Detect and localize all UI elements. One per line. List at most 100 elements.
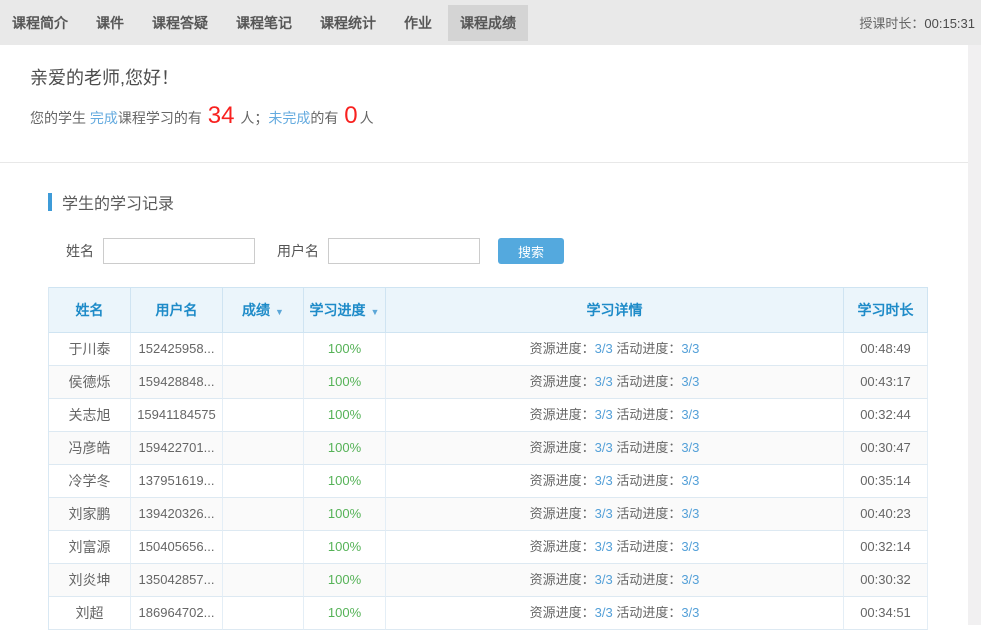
resource-progress-label: 资源进度： <box>530 407 595 422</box>
cell-progress: 100% <box>304 432 386 465</box>
cell-username: 137951619... <box>131 465 223 498</box>
cell-grade <box>223 432 304 465</box>
uncompleted-text: 的有 <box>310 110 342 126</box>
name-input[interactable] <box>103 238 255 264</box>
table-row: 刘炎坤 135042857... 100% 资源进度：3/3 活动进度：3/3 … <box>49 564 928 597</box>
cell-details: 资源进度：3/3 活动进度：3/3 <box>386 564 844 597</box>
resource-progress-value[interactable]: 3/3 <box>595 407 613 422</box>
progress-sort-icon[interactable]: ▼ <box>371 307 380 317</box>
nav-tab[interactable]: 课程答疑 <box>140 5 220 41</box>
resource-progress-label: 资源进度： <box>530 572 595 587</box>
activity-progress-value[interactable]: 3/3 <box>681 440 699 455</box>
activity-progress-value[interactable]: 3/3 <box>681 572 699 587</box>
cell-grade <box>223 465 304 498</box>
cell-progress: 100% <box>304 366 386 399</box>
activity-progress-value[interactable]: 3/3 <box>681 506 699 521</box>
cell-progress: 100% <box>304 564 386 597</box>
resource-progress-label: 资源进度： <box>530 605 595 620</box>
cell-duration: 00:30:32 <box>844 564 928 597</box>
cell-progress: 100% <box>304 465 386 498</box>
activity-progress-value[interactable]: 3/3 <box>681 605 699 620</box>
scrollbar-track[interactable] <box>968 45 981 625</box>
cell-username: 152425958... <box>131 333 223 366</box>
col-header-progress-label: 学习进度 <box>310 302 366 318</box>
cell-grade <box>223 399 304 432</box>
resource-progress-value[interactable]: 3/3 <box>595 572 613 587</box>
resource-progress-label: 资源进度： <box>530 506 595 521</box>
activity-progress-label: 活动进度： <box>616 539 681 554</box>
resource-progress-label: 资源进度： <box>530 374 595 389</box>
nav-tab[interactable]: 作业 <box>392 5 444 41</box>
col-header-grade[interactable]: 成绩▼ <box>223 287 304 333</box>
activity-progress-value[interactable]: 3/3 <box>681 473 699 488</box>
cell-progress: 100% <box>304 498 386 531</box>
col-header-progress[interactable]: 学习进度 ▼ <box>304 287 386 333</box>
top-nav-bar: 课程简介课件课程答疑课程笔记课程统计作业课程成绩 授课时长：00:15:31 <box>0 0 981 45</box>
activity-progress-value[interactable]: 3/3 <box>681 539 699 554</box>
table-row: 于川泰 152425958... 100% 资源进度：3/3 活动进度：3/3 … <box>49 333 928 366</box>
cell-username: 135042857... <box>131 564 223 597</box>
completed-text: 课程学习的有 <box>118 110 206 126</box>
cell-details: 资源进度：3/3 活动进度：3/3 <box>386 399 844 432</box>
completed-link[interactable]: 完成 <box>90 110 118 126</box>
table-row: 刘家鹏 139420326... 100% 资源进度：3/3 活动进度：3/3 … <box>49 498 928 531</box>
resource-progress-label: 资源进度： <box>530 341 595 356</box>
resource-progress-value[interactable]: 3/3 <box>595 473 613 488</box>
grade-sort-icon[interactable]: ▼ <box>275 307 284 317</box>
cell-details: 资源进度：3/3 活动进度：3/3 <box>386 597 844 630</box>
username-field-label: 用户名 <box>277 241 319 261</box>
activity-progress-value[interactable]: 3/3 <box>681 341 699 356</box>
resource-progress-value[interactable]: 3/3 <box>595 374 613 389</box>
cell-name: 冷学冬 <box>49 465 131 498</box>
section-title: 学生的学习记录 <box>48 190 981 214</box>
teaching-duration: 授课时长：00:15:31 <box>859 13 975 32</box>
resource-progress-value[interactable]: 3/3 <box>595 440 613 455</box>
activity-progress-label: 活动进度： <box>616 341 681 356</box>
cell-duration: 00:30:47 <box>844 432 928 465</box>
records-table: 姓名 用户名 成绩▼ 学习进度▼ 学习详情 学习时长 于川泰 152425958… <box>48 287 928 630</box>
cell-duration: 00:32:44 <box>844 399 928 432</box>
resource-progress-value[interactable]: 3/3 <box>595 506 613 521</box>
greeting-title: 亲爱的老师,您好！ <box>30 65 981 91</box>
nav-tab[interactable]: 课程笔记 <box>224 5 304 41</box>
nav-tab[interactable]: 课程成绩 <box>448 5 528 41</box>
activity-progress-value[interactable]: 3/3 <box>681 407 699 422</box>
username-input[interactable] <box>328 238 480 264</box>
resource-progress-value[interactable]: 3/3 <box>595 539 613 554</box>
resource-progress-value[interactable]: 3/3 <box>595 341 613 356</box>
section-title-text: 学生的学习记录 <box>62 190 174 214</box>
search-form: 姓名 用户名 搜索 <box>66 238 981 264</box>
cell-duration: 00:43:17 <box>844 366 928 399</box>
cell-details: 资源进度：3/3 活动进度：3/3 <box>386 366 844 399</box>
search-button[interactable]: 搜索 <box>498 238 564 264</box>
col-header-details: 学习详情 <box>386 287 844 333</box>
table-row: 刘超 186964702... 100% 资源进度：3/3 活动进度：3/3 0… <box>49 597 928 630</box>
cell-name: 侯德烁 <box>49 366 131 399</box>
completed-count: 34 <box>206 102 237 129</box>
uncompleted-link[interactable]: 未完成 <box>268 110 310 126</box>
activity-progress-label: 活动进度： <box>616 605 681 620</box>
cell-name: 刘炎坤 <box>49 564 131 597</box>
nav-tab[interactable]: 课件 <box>84 5 136 41</box>
cell-grade <box>223 366 304 399</box>
cell-username: 159422701... <box>131 432 223 465</box>
table-row: 刘富源 150405656... 100% 资源进度：3/3 活动进度：3/3 … <box>49 531 928 564</box>
cell-details: 资源进度：3/3 活动进度：3/3 <box>386 465 844 498</box>
col-header-name: 姓名 <box>49 287 131 333</box>
table-row: 侯德烁 159428848... 100% 资源进度：3/3 活动进度：3/3 … <box>49 366 928 399</box>
activity-progress-label: 活动进度： <box>616 506 681 521</box>
col-header-duration: 学习时长 <box>844 287 928 333</box>
nav-tab[interactable]: 课程统计 <box>308 5 388 41</box>
cell-duration: 00:32:14 <box>844 531 928 564</box>
activity-progress-value[interactable]: 3/3 <box>681 374 699 389</box>
table-row: 冯彦皓 159422701... 100% 资源进度：3/3 活动进度：3/3 … <box>49 432 928 465</box>
cell-username: 186964702... <box>131 597 223 630</box>
resource-progress-value[interactable]: 3/3 <box>595 605 613 620</box>
table-header-row: 姓名 用户名 成绩▼ 学习进度▼ 学习详情 学习时长 <box>49 287 928 333</box>
table-row: 冷学冬 137951619... 100% 资源进度：3/3 活动进度：3/3 … <box>49 465 928 498</box>
cell-progress: 100% <box>304 531 386 564</box>
cell-grade <box>223 531 304 564</box>
nav-tab[interactable]: 课程简介 <box>0 5 80 41</box>
activity-progress-label: 活动进度： <box>616 440 681 455</box>
cell-username: 150405656... <box>131 531 223 564</box>
